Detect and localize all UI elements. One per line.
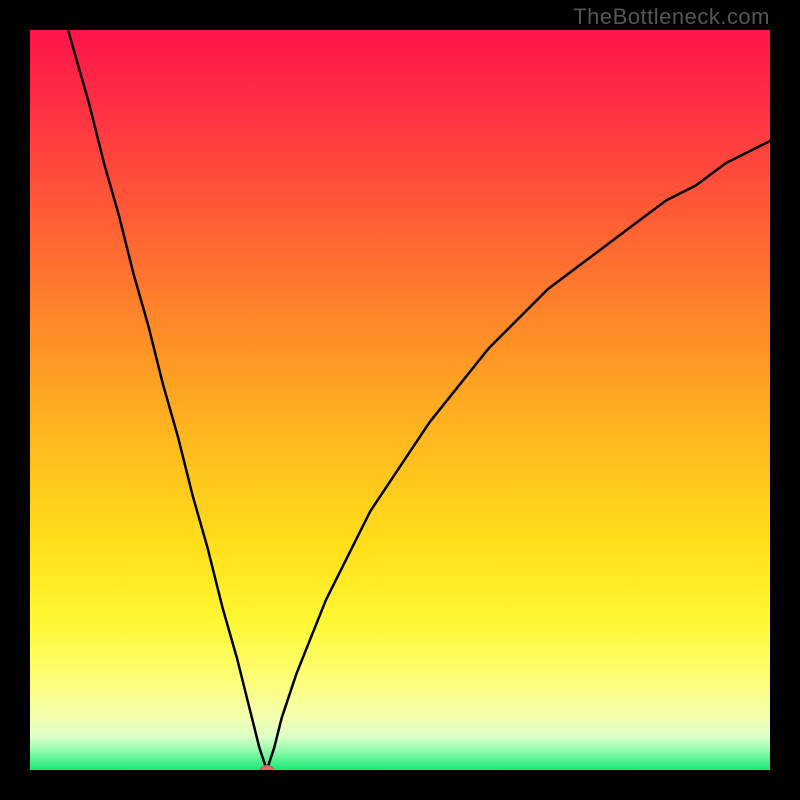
bottleneck-curve — [30, 30, 770, 770]
optimum-marker — [260, 765, 274, 770]
chart-frame: TheBottleneck.com — [0, 0, 800, 800]
watermark: TheBottleneck.com — [573, 4, 770, 30]
plot-area — [30, 30, 770, 770]
